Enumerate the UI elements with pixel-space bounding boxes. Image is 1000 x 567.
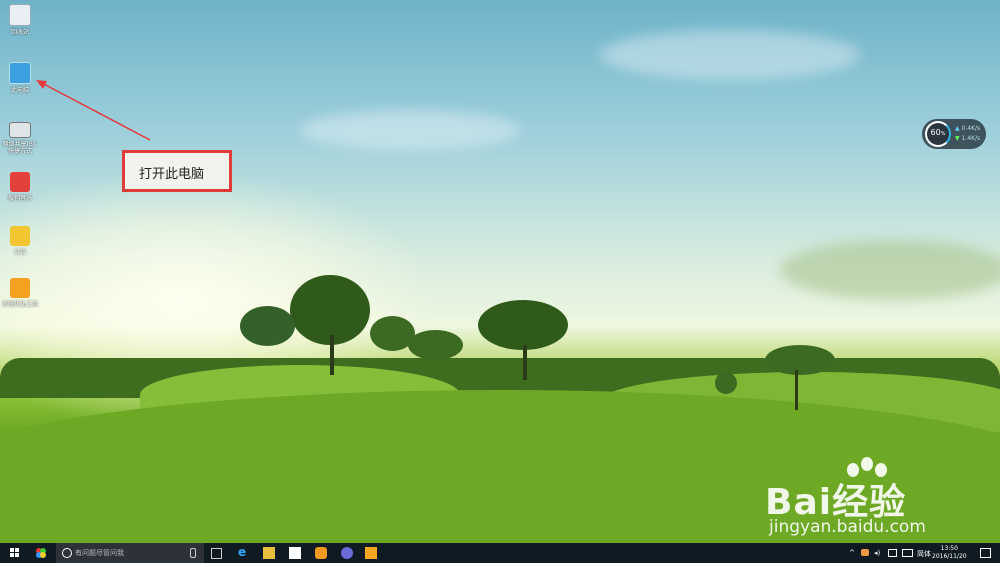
search-placeholder: 有问题尽管问我 — [75, 549, 124, 557]
memory-percent: 60 — [930, 128, 941, 137]
network-speed-widget[interactable]: 60% ▲ 0.4K/s ▼ 1.4K/s — [922, 119, 986, 149]
desktop-icon-folder[interactable]: 公告 — [0, 226, 40, 256]
download-speed: ▼ 1.4K/s — [955, 135, 981, 142]
tool-icon — [10, 278, 30, 298]
annotation-callout: 打开此电脑 — [122, 150, 232, 192]
document-icon[interactable] — [365, 547, 377, 559]
annotation-text: 打开此电脑 — [139, 167, 205, 182]
clock[interactable]: 13:50 2016/11/20 — [932, 545, 967, 561]
search-box[interactable]: 有问题尽管问我 — [56, 543, 204, 563]
cloud — [600, 30, 860, 80]
taskbar: 有问题尽管问我 e ^ ◂) 简体 13:50 2016/11/20 — [0, 543, 1000, 563]
keyboard-icon[interactable] — [902, 549, 913, 557]
cloud — [300, 110, 520, 150]
baidu-jingyan-watermark: Bai经验 jingyan.baidu.com — [765, 455, 995, 540]
cortana-icon — [62, 548, 72, 558]
upload-speed: ▲ 0.4K/s — [955, 125, 981, 132]
volume-icon[interactable]: ◂) — [874, 549, 880, 557]
start-icon — [10, 548, 19, 557]
app-icon[interactable] — [315, 547, 327, 559]
notification-icon[interactable] — [980, 548, 991, 558]
cloud — [780, 240, 1000, 300]
store-icon[interactable] — [289, 547, 301, 559]
ime-indicator[interactable]: 简体 — [917, 549, 931, 559]
clock-date: 2016/11/20 — [932, 553, 967, 560]
network-icon[interactable] — [888, 549, 897, 557]
task-view-icon[interactable] — [211, 548, 222, 559]
tray-app-icon[interactable] — [861, 549, 869, 556]
memory-percent-unit: % — [940, 131, 946, 137]
edge-icon[interactable]: e — [238, 545, 250, 559]
pinwheel-app-button[interactable] — [30, 543, 52, 563]
microphone-icon[interactable] — [190, 548, 196, 558]
file-explorer-icon[interactable] — [263, 547, 275, 559]
desktop-icon-tool[interactable]: 系统优化工具 — [0, 278, 40, 308]
start-button[interactable] — [4, 543, 26, 563]
clock-time: 13:50 — [940, 545, 958, 552]
watermark-url: jingyan.baidu.com — [769, 517, 926, 537]
tray-up-icon[interactable]: ^ — [849, 549, 855, 557]
pinwheel-icon — [36, 548, 46, 558]
folder-icon — [10, 226, 30, 246]
desktop-wallpaper: 回收站 此电脑 网络共享(B)-快捷方式 搜狗音乐 公告 系统优化工具 打开此电… — [0, 0, 1000, 543]
browser-icon[interactable] — [341, 547, 353, 559]
